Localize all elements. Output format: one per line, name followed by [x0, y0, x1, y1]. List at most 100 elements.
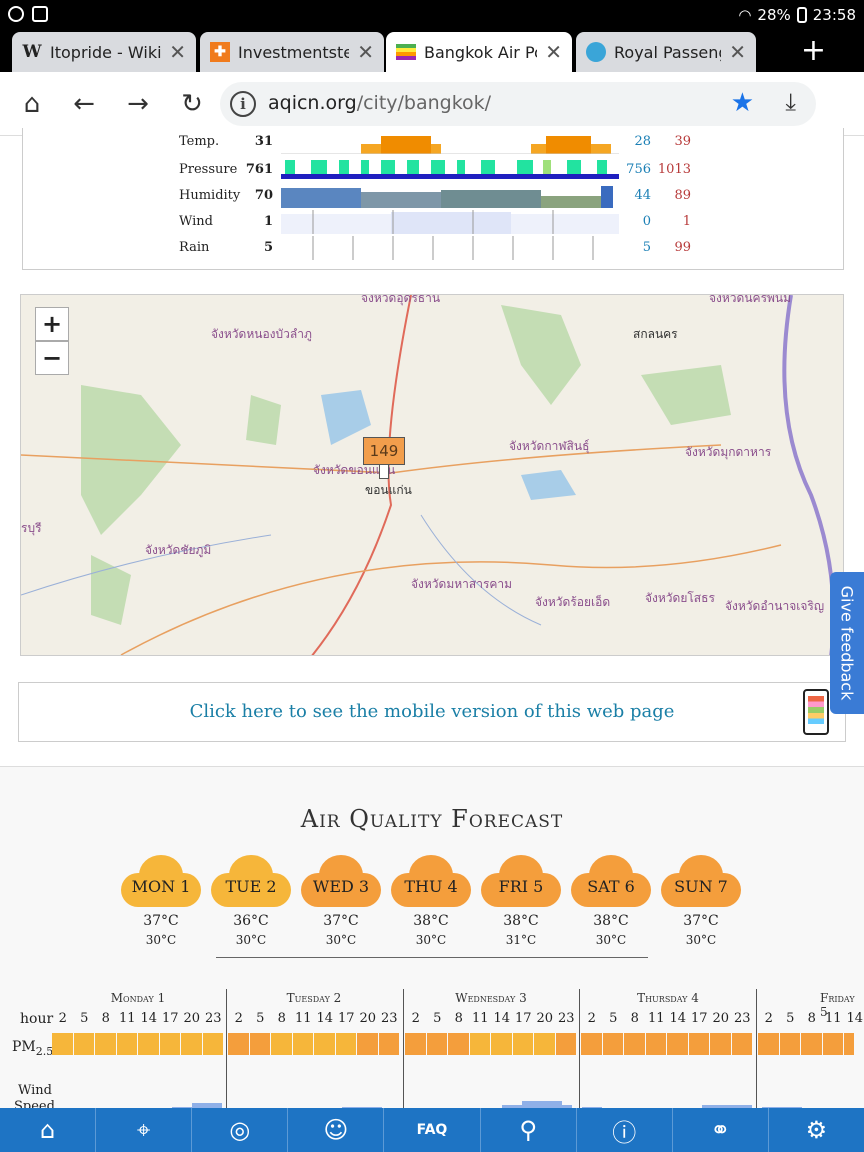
image-icon: [32, 6, 48, 22]
reload-button[interactable]: ↻: [174, 86, 210, 122]
investment-icon: ✚: [210, 42, 230, 62]
faq-icon[interactable]: FAQ: [384, 1108, 481, 1152]
mobile-version-text[interactable]: Click here to see the mobile version of …: [190, 701, 675, 722]
zoom-in-button[interactable]: +: [35, 307, 69, 341]
tab-title: Bangkok Air Pollution: [424, 42, 537, 62]
forecast-day[interactable]: THU 4 38°C 30°C: [391, 855, 471, 955]
cloud-icon: SAT 6: [571, 855, 651, 911]
map-label: สกลนคร: [633, 327, 678, 341]
new-tab-button[interactable]: +: [801, 33, 826, 68]
tab-investment[interactable]: ✚ Investmentsteuer ✕: [200, 32, 384, 72]
weather-min: 44: [634, 188, 651, 203]
day-separator: [226, 989, 227, 1111]
download-icon[interactable]: ⤓: [785, 88, 796, 116]
weather-current: 761: [245, 162, 273, 177]
forecast-day[interactable]: SAT 6 38°C 30°C: [571, 855, 651, 955]
hour-ticks: 2 5 8 11 14 17 20 23: [587, 1011, 751, 1026]
hour-ticks: 2 5 8 11 14 17 20 23: [411, 1011, 575, 1026]
bookmark-star-icon[interactable]: ★: [731, 88, 754, 118]
home-icon[interactable]: ⌂: [0, 1108, 97, 1152]
forecast-day-label: WED 3: [312, 877, 370, 896]
forecast-day[interactable]: SUN 7 37°C 30°C: [661, 855, 741, 955]
tab-wikipedia[interactable]: W Itopride - Wikipedia ✕: [12, 32, 196, 72]
address-bar[interactable]: i aqicn.org/city/bangkok/ ★ ⤓: [220, 82, 816, 126]
cloud-icon: FRI 5: [481, 855, 561, 911]
weather-row-pressure: Pressure 761 756 1013: [23, 158, 843, 182]
battery-level: 28%: [757, 6, 791, 24]
close-icon[interactable]: ✕: [729, 40, 746, 64]
weather-row-wind: Wind 1 0 1: [23, 210, 843, 234]
url-text[interactable]: aqicn.org/city/bangkok/: [268, 92, 491, 114]
gear-icon[interactable]: ⚙: [769, 1108, 864, 1152]
info-icon[interactable]: ⓘ: [577, 1108, 673, 1152]
aqi-marker[interactable]: 149: [363, 437, 405, 465]
weather-min: 756: [626, 162, 651, 177]
map-label: จังหวัดกาฬสินธุ์: [509, 439, 590, 453]
close-icon[interactable]: ✕: [357, 40, 374, 64]
forecast-day-label: TUE 2: [225, 877, 277, 896]
royal-icon: [586, 42, 606, 62]
tab-bangkok-air[interactable]: Bangkok Air Pollution ✕: [386, 32, 572, 72]
forward-button[interactable]: →: [120, 86, 156, 122]
cloud-icon: WED 3: [301, 855, 381, 911]
pm-text: PM: [12, 1039, 36, 1055]
battery-icon: [796, 7, 807, 23]
weather-min: 28: [634, 134, 651, 149]
hour-ticks: 2 5 8 11 14 17 20 23: [234, 1011, 398, 1026]
close-icon[interactable]: ✕: [545, 40, 562, 64]
day-separator: [579, 989, 580, 1111]
weather-label: Pressure: [179, 162, 238, 177]
search-icon[interactable]: ⚲: [481, 1108, 577, 1152]
forecast-day[interactable]: TUE 2 36°C 30°C: [211, 855, 291, 955]
back-button[interactable]: ←: [66, 86, 102, 122]
tab-royal-passenger[interactable]: Royal Passenger ✕: [576, 32, 756, 72]
forecast-day-label: FRI 5: [498, 877, 544, 896]
pm25-cells: [228, 1033, 399, 1055]
give-feedback-button[interactable]: Give feedback: [830, 572, 864, 714]
tab-title: Royal Passenger: [614, 42, 721, 62]
pm25-cells: [581, 1033, 752, 1055]
weather-max: 1013: [657, 162, 691, 177]
day-separator: [756, 989, 757, 1111]
rain-sparkbars: [312, 236, 594, 260]
mask-icon[interactable]: ☺: [288, 1108, 385, 1152]
status-bar: ◠ 28% 23:58: [0, 0, 864, 30]
hour-label: hour: [20, 1011, 54, 1027]
aqi-map[interactable]: + − จังหวัดอุดรธานี จังหวัดหนองบัวลำภู จ…: [20, 294, 844, 656]
forecast-day[interactable]: MON 1 37°C 30°C: [121, 855, 201, 955]
map-label: จังหวัดหนองบัวลำภู: [211, 327, 312, 341]
map-pin-icon[interactable]: ⌖: [96, 1108, 193, 1152]
weather-row-temp: Temp. 31 28 39: [23, 130, 843, 154]
zoom-out-button[interactable]: −: [35, 341, 69, 375]
url-path: /city/bangkok/: [356, 92, 492, 114]
map-label: จังหวัดร้อยเอ็ด: [535, 595, 611, 609]
weather-label: Humidity: [179, 188, 241, 203]
map-label: จังหวัดยโสธร: [645, 591, 715, 605]
forecast-day[interactable]: WED 3 37°C 30°C: [301, 855, 381, 955]
close-icon[interactable]: ✕: [169, 40, 186, 64]
cloud-icon: SUN 7: [661, 855, 741, 911]
weather-label: Rain: [179, 240, 210, 255]
cloud-icon: MON 1: [121, 855, 201, 911]
tab-title: Itopride - Wikipedia: [50, 42, 162, 62]
forecast-day[interactable]: FRI 5 38°C 31°C: [481, 855, 561, 955]
pm25-label: PM2.5: [12, 1039, 53, 1058]
temp-sparkbars: [281, 136, 619, 154]
link-icon[interactable]: ⚭: [673, 1108, 769, 1152]
weather-current: 5: [263, 240, 273, 255]
forecast-min-temp: 30°C: [235, 933, 267, 947]
forecast-min-temp: 30°C: [415, 933, 447, 947]
globe-icon[interactable]: ◎: [192, 1108, 289, 1152]
forecast-max-temp: 37°C: [323, 913, 359, 929]
map-label: จังหวัดอำนาจเจริญ: [725, 599, 825, 613]
pressure-sparkbars: [281, 160, 619, 179]
info-icon[interactable]: i: [230, 91, 256, 117]
tab-title: Investmentsteuer: [238, 42, 350, 62]
mobile-version-link[interactable]: Click here to see the mobile version of …: [18, 682, 846, 742]
home-button[interactable]: ⌂: [14, 86, 50, 122]
hourly-forecast: hour PM2.5 Wind Speed Monday 1 Tuesday 2…: [0, 989, 864, 1114]
weather-max: 89: [674, 188, 691, 203]
forecast-max-temp: 38°C: [503, 913, 539, 929]
clock: 23:58: [812, 6, 856, 24]
map-label: จังหวัดอุดรธานี: [361, 294, 441, 305]
